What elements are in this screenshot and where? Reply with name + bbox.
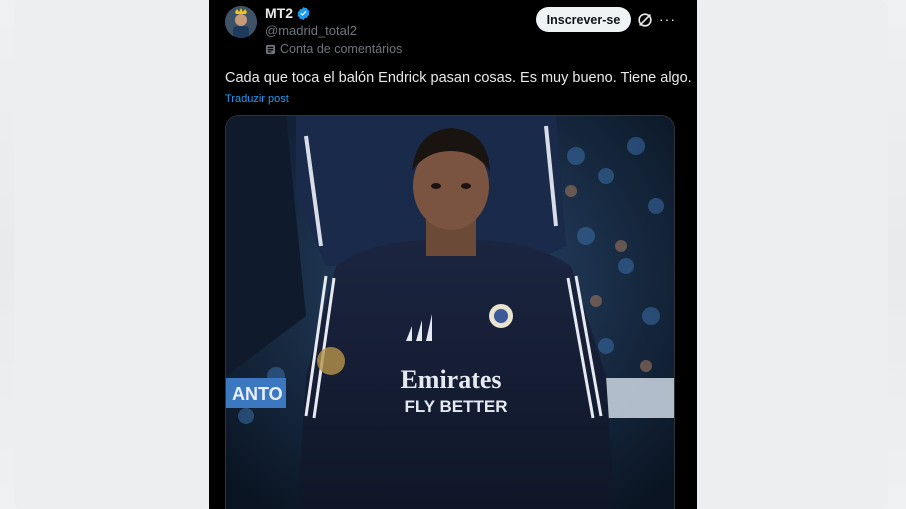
avatar[interactable] <box>225 6 257 38</box>
post-text: Cada que toca el balón Endrick pasan cos… <box>225 70 692 86</box>
jersey-sponsor-line1: Emirates <box>400 365 501 394</box>
account-label-text: Conta de comentários <box>280 42 403 56</box>
account-label: Conta de comentários <box>265 42 402 56</box>
subscribe-button[interactable]: Inscrever-se <box>536 7 631 32</box>
display-name[interactable]: MT2 <box>265 5 293 21</box>
jersey-sponsor-line2: FLY BETTER <box>405 397 508 416</box>
grok-icon[interactable] <box>636 11 654 29</box>
more-icon[interactable]: ··· <box>659 10 675 28</box>
name-row: MT2 <box>265 5 311 21</box>
right-backdrop <box>696 0 906 509</box>
left-backdrop <box>0 0 209 509</box>
user-handle[interactable]: @madrid_total2 <box>265 23 357 38</box>
automated-account-icon <box>265 44 276 54</box>
post-media-image[interactable]: ANTO Emirates FLY BETTER <box>225 115 675 509</box>
translate-link[interactable]: Traduzir post <box>225 93 289 105</box>
banner-text: ANTO <box>232 384 283 404</box>
verified-badge-icon <box>297 6 310 20</box>
post-card: MT2 @madrid_total2 Conta de comentários … <box>209 0 697 509</box>
